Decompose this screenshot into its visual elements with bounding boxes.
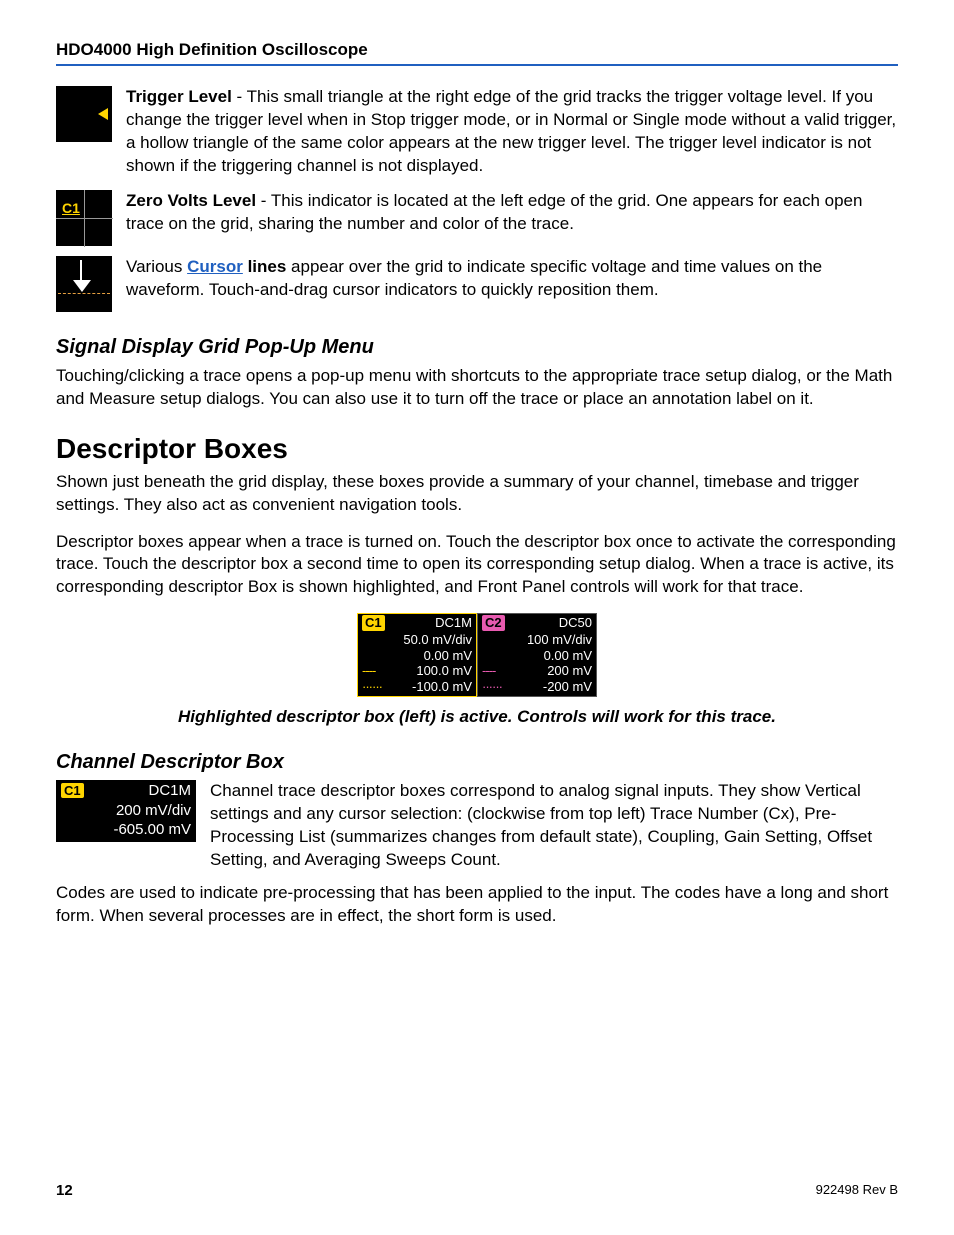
- popup-heading: Signal Display Grid Pop-Up Menu: [56, 336, 898, 359]
- c1-lo: -100.0 mV: [412, 679, 472, 695]
- c2-lo: -200 mV: [543, 679, 592, 695]
- chan-offset: -605.00 mV: [56, 820, 196, 839]
- descriptor-boxes-figure: C1 DC1M 50.0 mV/div 0.00 mV ----100.0 mV…: [56, 613, 898, 697]
- c2-hi: 200 mV: [547, 663, 592, 679]
- trigger-level-text: - This small triangle at the right edge …: [126, 87, 896, 175]
- c2-gain: 100 mV/div: [478, 632, 596, 648]
- zero-volts-icon-label: C1: [62, 200, 80, 216]
- trigger-level-icon: [56, 86, 112, 142]
- page-footer: 12 922498 Rev B: [56, 1182, 898, 1199]
- zero-volts-row: C1 Zero Volts Level - This indicator is …: [56, 190, 898, 246]
- descriptor-caption: Highlighted descriptor box (left) is act…: [56, 707, 898, 727]
- c1-gain: 50.0 mV/div: [358, 632, 476, 648]
- c2-offset: 0.00 mV: [478, 648, 596, 664]
- c1-hi: 100.0 mV: [416, 663, 472, 679]
- descriptor-heading: Descriptor Boxes: [56, 433, 898, 465]
- zero-volts-label: Zero Volts Level: [126, 191, 256, 210]
- descriptor-box-c2[interactable]: C2 DC50 100 mV/div 0.00 mV ----200 mV ··…: [477, 613, 597, 697]
- revision-label: 922498 Rev B: [816, 1182, 898, 1199]
- descriptor-box-c1[interactable]: C1 DC1M 50.0 mV/div 0.00 mV ----100.0 mV…: [357, 613, 477, 697]
- zero-volts-icon: C1: [56, 190, 112, 246]
- chan-tag: C1: [61, 783, 84, 798]
- channel-descriptor-box[interactable]: C1 DC1M 200 mV/div -605.00 mV: [56, 780, 196, 842]
- c1-coupling: DC1M: [435, 615, 472, 631]
- descriptor-p2: Descriptor boxes appear when a trace is …: [56, 531, 898, 600]
- descriptor-p1: Shown just beneath the grid display, the…: [56, 471, 898, 517]
- c1-tag: C1: [362, 615, 385, 631]
- c2-coupling: DC50: [559, 615, 592, 631]
- page-header: HDO4000 High Definition Oscilloscope: [56, 40, 898, 66]
- trigger-level-row: Trigger Level - This small triangle at t…: [56, 86, 898, 178]
- channel-text: Channel trace descriptor boxes correspon…: [210, 780, 898, 872]
- cursor-pre: Various: [126, 257, 187, 276]
- channel-heading: Channel Descriptor Box: [56, 751, 898, 774]
- cursor-icon: [56, 256, 112, 312]
- codes-text: Codes are used to indicate pre-processin…: [56, 882, 898, 928]
- channel-row: C1 DC1M 200 mV/div -605.00 mV Channel tr…: [56, 780, 898, 872]
- page-number: 12: [56, 1182, 73, 1199]
- chan-coupling: DC1M: [148, 782, 191, 799]
- cursor-row: Various Cursor lines appear over the gri…: [56, 256, 898, 312]
- c1-offset: 0.00 mV: [358, 648, 476, 664]
- c2-tag: C2: [482, 615, 505, 631]
- popup-text: Touching/clicking a trace opens a pop-up…: [56, 365, 898, 411]
- chan-gain: 200 mV/div: [56, 801, 196, 820]
- cursor-post-bold: lines: [243, 257, 286, 276]
- cursor-link[interactable]: Cursor: [187, 257, 243, 276]
- trigger-level-label: Trigger Level: [126, 87, 232, 106]
